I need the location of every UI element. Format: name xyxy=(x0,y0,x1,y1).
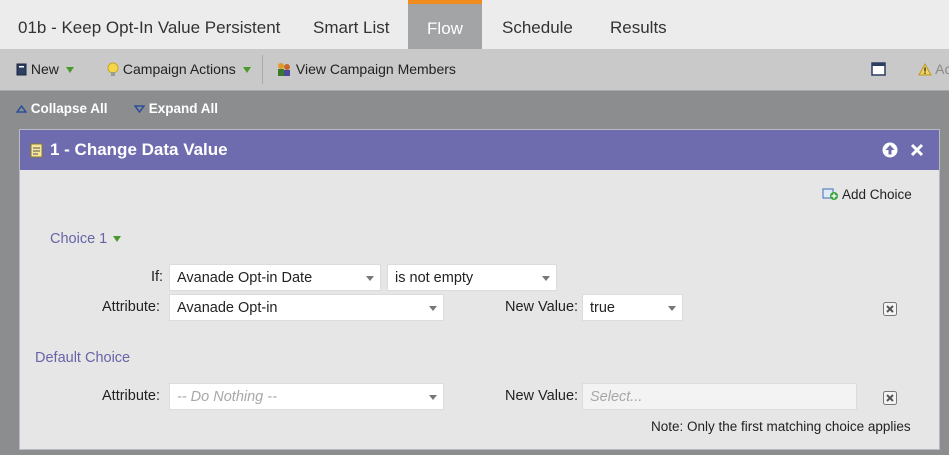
chevron-down-icon xyxy=(668,306,676,311)
default-attribute-select[interactable]: -- Do Nothing -- xyxy=(169,383,444,410)
add-choice-button[interactable]: Add Choice xyxy=(822,187,912,202)
tab-smart-list[interactable]: Smart List xyxy=(313,0,390,49)
chevron-down-icon xyxy=(429,306,437,311)
default-new-value-placeholder: Select... xyxy=(590,389,643,405)
campaign-actions-button[interactable]: Campaign Actions xyxy=(107,49,251,90)
activate-button[interactable]: Ac xyxy=(918,49,949,90)
campaign-actions-label: Campaign Actions xyxy=(122,61,236,77)
chevron-down-icon xyxy=(429,395,437,400)
flow-step-header[interactable]: 1 - Change Data Value xyxy=(20,130,939,170)
new-value-label: New Value: xyxy=(505,299,579,315)
if-operator-value: is not empty xyxy=(395,270,474,286)
add-choice-icon xyxy=(822,188,838,200)
note-text: Note: Only the first matching choice app… xyxy=(651,419,911,434)
if-field-select[interactable]: Avanade Opt-in Date xyxy=(169,264,381,291)
if-field-value: Avanade Opt-in Date xyxy=(177,270,313,286)
collapse-icon xyxy=(15,104,28,113)
tab-flow[interactable]: Flow xyxy=(408,0,482,49)
expand-all-button[interactable]: Expand All xyxy=(133,91,219,127)
delete-default-choice-icon[interactable] xyxy=(883,391,897,405)
default-attribute-value: -- Do Nothing -- xyxy=(177,389,277,405)
new-button[interactable]: New xyxy=(16,49,74,90)
if-operator-select[interactable]: is not empty xyxy=(387,264,557,291)
warning-icon xyxy=(918,62,932,76)
add-choice-label: Add Choice xyxy=(842,187,912,202)
expand-icon xyxy=(133,105,146,114)
default-new-value-input[interactable]: Select... xyxy=(582,383,857,410)
default-attribute-label: Attribute: xyxy=(102,388,161,404)
chevron-down-icon xyxy=(366,276,374,281)
choice-1-heading[interactable]: Choice 1 xyxy=(50,231,122,247)
view-members-label: View Campaign Members xyxy=(295,61,456,77)
flow-step-panel: 1 - Change Data Value Add Choice Choice … xyxy=(19,129,940,450)
flow-controls: Collapse All Expand All xyxy=(0,91,949,127)
attribute-value: Avanade Opt-in xyxy=(177,300,278,316)
members-icon xyxy=(278,63,290,76)
default-choice-heading: Default Choice xyxy=(35,350,131,366)
close-icon[interactable] xyxy=(910,143,924,157)
lightbulb-icon xyxy=(107,62,119,76)
move-up-icon[interactable] xyxy=(882,142,898,158)
default-new-value-label: New Value: xyxy=(505,388,579,404)
attribute-select[interactable]: Avanade Opt-in xyxy=(169,294,444,321)
window-icon xyxy=(871,62,886,76)
choice-1-label: Choice 1 xyxy=(50,231,108,247)
toolbar: New Campaign Actions View Campaign Membe… xyxy=(0,49,949,91)
new-document-icon xyxy=(16,63,27,76)
activate-label: Ac xyxy=(935,61,949,77)
flow-step-icon xyxy=(30,143,43,158)
flow-step-title: 1 - Change Data Value xyxy=(50,140,228,159)
tab-results[interactable]: Results xyxy=(610,0,667,49)
new-value-select[interactable]: true xyxy=(582,294,683,321)
chevron-down-icon xyxy=(242,67,251,74)
if-label: If: xyxy=(151,269,164,285)
chevron-down-icon xyxy=(113,236,122,243)
new-value-value: true xyxy=(590,300,615,316)
chevron-down-icon xyxy=(542,276,550,281)
attribute-label: Attribute: xyxy=(102,299,161,315)
window-icon-button[interactable] xyxy=(871,49,886,90)
chevron-down-icon xyxy=(65,67,74,74)
tab-schedule[interactable]: Schedule xyxy=(502,0,573,49)
expand-all-label: Expand All xyxy=(148,101,219,116)
delete-choice-icon[interactable] xyxy=(883,302,897,316)
toolbar-divider xyxy=(262,55,263,84)
new-label: New xyxy=(30,61,59,77)
collapse-all-button[interactable]: Collapse All xyxy=(15,91,108,127)
tab-bar: 01b - Keep Opt-In Value Persistent Smart… xyxy=(0,0,949,50)
view-campaign-members-button[interactable]: View Campaign Members xyxy=(276,49,456,90)
collapse-all-label: Collapse All xyxy=(30,101,108,116)
campaign-name-tab[interactable]: 01b - Keep Opt-In Value Persistent xyxy=(18,0,280,49)
